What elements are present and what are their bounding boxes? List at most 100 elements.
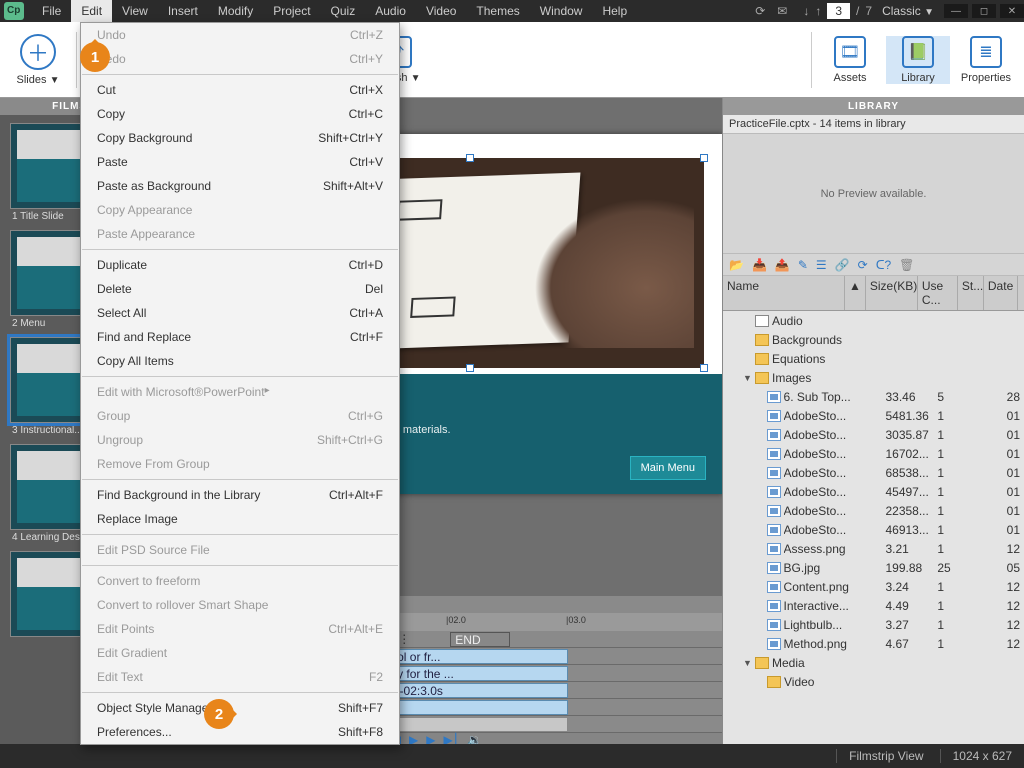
lib-folder[interactable]: ▼Images <box>723 368 1024 387</box>
status-view: Filmstrip View <box>836 749 923 763</box>
menu-item-group: GroupCtrl+G <box>81 404 399 428</box>
lib-item[interactable]: AdobeSto...68538...101 <box>723 463 1024 482</box>
menubar: FileEditViewInsertModifyProjectQuizAudio… <box>0 0 1024 22</box>
ribbon-properties[interactable]: ≣Properties <box>954 36 1018 84</box>
library-tree[interactable]: AudioBackgroundsEquations▼Images6. Sub T… <box>723 311 1024 744</box>
menu-item-edit-gradient: Edit Gradient <box>81 641 399 665</box>
play-icon[interactable]: ▶ <box>409 733 418 744</box>
menu-help[interactable]: Help <box>592 0 637 22</box>
menu-item-duplicate[interactable]: DuplicateCtrl+D <box>81 253 399 277</box>
library-preview: No Preview available. <box>723 134 1024 254</box>
Properties-icon: ≣ <box>970 36 1002 68</box>
lib-import-icon[interactable]: 📥 <box>752 258 767 272</box>
window-close[interactable]: ✕ <box>1000 4 1024 18</box>
menu-item-copy-appearance: Copy Appearance <box>81 198 399 222</box>
window-minimize[interactable]: — <box>944 4 968 18</box>
ribbon-slides[interactable]: ＋Slides ▼ <box>6 34 70 86</box>
menu-insert[interactable]: Insert <box>158 0 208 22</box>
mail-icon[interactable]: ✉ <box>777 4 787 18</box>
library-panel: LIBRARY PracticeFile.cptx - 14 items in … <box>722 98 1024 744</box>
lib-folder[interactable]: Video <box>723 672 1024 691</box>
slide-pager: ↓ ↑ 3 / 7 <box>803 3 872 19</box>
menu-item-delete[interactable]: DeleteDel <box>81 277 399 301</box>
Slides-icon: ＋ <box>20 34 56 70</box>
lib-folder[interactable]: Backgrounds <box>723 330 1024 349</box>
lib-item[interactable]: AdobeSto...5481.36101 <box>723 406 1024 425</box>
lib-folder[interactable]: ▼Media <box>723 653 1024 672</box>
lib-refresh-icon[interactable]: ⟳ <box>858 258 868 272</box>
lib-folder[interactable]: Audio <box>723 311 1024 330</box>
menu-item-edit-points: Edit PointsCtrl+Alt+E <box>81 617 399 641</box>
library-toolbar: 📂 📥 📤 ✎ ☰ 🔗 ⟳ ᑕ? 🗑 <box>723 254 1024 276</box>
window-maximize[interactable]: ◻ <box>972 4 996 18</box>
lib-usage-icon[interactable]: 🔗 <box>835 258 850 272</box>
library-columns[interactable]: Name▲ Size(KB) Use C... St... Date <box>723 276 1024 311</box>
pager-current[interactable]: 3 <box>827 3 850 19</box>
Library-icon: 📗 <box>902 36 934 68</box>
main-menu-button[interactable]: Main Menu <box>630 456 706 480</box>
menu-project[interactable]: Project <box>263 0 320 22</box>
step-fwd-icon[interactable]: ▶ <box>426 733 435 744</box>
lib-edit-icon[interactable]: ✎ <box>798 258 808 272</box>
timeline-end: END <box>450 632 510 647</box>
lib-item[interactable]: Method.png4.67112 <box>723 634 1024 653</box>
lib-open-icon[interactable]: 📂 <box>729 258 744 272</box>
lib-item[interactable]: Content.png3.24112 <box>723 577 1024 596</box>
menu-item-copy-background[interactable]: Copy BackgroundShift+Ctrl+Y <box>81 126 399 150</box>
menu-item-paste-appearance: Paste Appearance <box>81 222 399 246</box>
pager-up-icon[interactable]: ↑ <box>815 4 821 18</box>
menu-item-select-all[interactable]: Select AllCtrl+A <box>81 301 399 325</box>
pager-down-icon[interactable]: ↓ <box>803 4 809 18</box>
menu-audio[interactable]: Audio <box>365 0 416 22</box>
audio-icon[interactable]: 🔉 <box>467 733 482 744</box>
menu-item-replace-image[interactable]: Replace Image <box>81 507 399 531</box>
menu-item-edit-with-microsoft-powerpoint: Edit with Microsoft®PowerPoint ▸ <box>81 380 399 404</box>
status-dims: 1024 x 627 <box>940 749 1012 763</box>
menu-item-convert-to-freeform: Convert to freeform <box>81 569 399 593</box>
menu-item-remove-from-group: Remove From Group <box>81 452 399 476</box>
lib-delete-icon[interactable]: 🗑 <box>899 258 914 272</box>
lib-item[interactable]: AdobeSto...45497...101 <box>723 482 1024 501</box>
menu-file[interactable]: File <box>32 0 71 22</box>
menu-themes[interactable]: Themes <box>466 0 529 22</box>
menu-item-edit-text: Edit TextF2 <box>81 665 399 689</box>
menu-item-find-background-in-the-library[interactable]: Find Background in the LibraryCtrl+Alt+F <box>81 483 399 507</box>
edit-menu-dropdown[interactable]: UndoCtrl+ZRedoCtrl+YCutCtrl+XCopyCtrl+CC… <box>80 22 400 745</box>
lib-item[interactable]: AdobeSto...16702...101 <box>723 444 1024 463</box>
lib-item[interactable]: AdobeSto...46913...101 <box>723 520 1024 539</box>
lib-item[interactable]: AdobeSto...22358...101 <box>723 501 1024 520</box>
menu-modify[interactable]: Modify <box>208 0 263 22</box>
pager-total: 7 <box>865 4 872 18</box>
menu-view[interactable]: View <box>112 0 158 22</box>
menu-item-ungroup: UngroupShift+Ctrl+G <box>81 428 399 452</box>
lib-item[interactable]: 6. Sub Top...33.46528 <box>723 387 1024 406</box>
menu-window[interactable]: Window <box>530 0 593 22</box>
menu-edit[interactable]: Edit <box>71 0 112 22</box>
lib-export-icon[interactable]: 📤 <box>775 258 790 272</box>
app-logo <box>4 2 24 20</box>
lib-select-unused-icon[interactable]: ᑕ? <box>876 258 891 272</box>
menu-item-find-and-replace[interactable]: Find and ReplaceCtrl+F <box>81 325 399 349</box>
menu-item-preferences-[interactable]: Preferences...Shift+F8 <box>81 720 399 744</box>
menu-item-cut[interactable]: CutCtrl+X <box>81 78 399 102</box>
lib-props-icon[interactable]: ☰ <box>816 258 827 272</box>
lib-item[interactable]: BG.jpg199.882505 <box>723 558 1024 577</box>
ribbon-library[interactable]: 📗Library <box>886 36 950 84</box>
menu-item-paste[interactable]: PasteCtrl+V <box>81 150 399 174</box>
lib-folder[interactable]: Equations <box>723 349 1024 368</box>
lib-item[interactable]: Lightbulb...3.27112 <box>723 615 1024 634</box>
lib-item[interactable]: Assess.png3.21112 <box>723 539 1024 558</box>
lib-item[interactable]: AdobeSto...3035.87101 <box>723 425 1024 444</box>
ribbon-assets[interactable]: 🎞Assets <box>818 36 882 84</box>
menu-item-undo: UndoCtrl+Z <box>81 23 399 47</box>
menu-item-paste-as-background[interactable]: Paste as BackgroundShift+Alt+V <box>81 174 399 198</box>
workspace-selector[interactable]: Classic ▼ <box>882 4 934 18</box>
menu-item-copy-all-items[interactable]: Copy All Items <box>81 349 399 373</box>
menu-video[interactable]: Video <box>416 0 466 22</box>
menu-item-copy[interactable]: CopyCtrl+C <box>81 102 399 126</box>
lib-item[interactable]: Interactive...4.49112 <box>723 596 1024 615</box>
sync-icon[interactable]: ⟳ <box>755 4 765 18</box>
status-bar: Filmstrip View 1024 x 627 <box>0 744 1024 768</box>
ffwd-icon[interactable]: ▶⎮ <box>443 733 458 744</box>
menu-quiz[interactable]: Quiz <box>321 0 366 22</box>
